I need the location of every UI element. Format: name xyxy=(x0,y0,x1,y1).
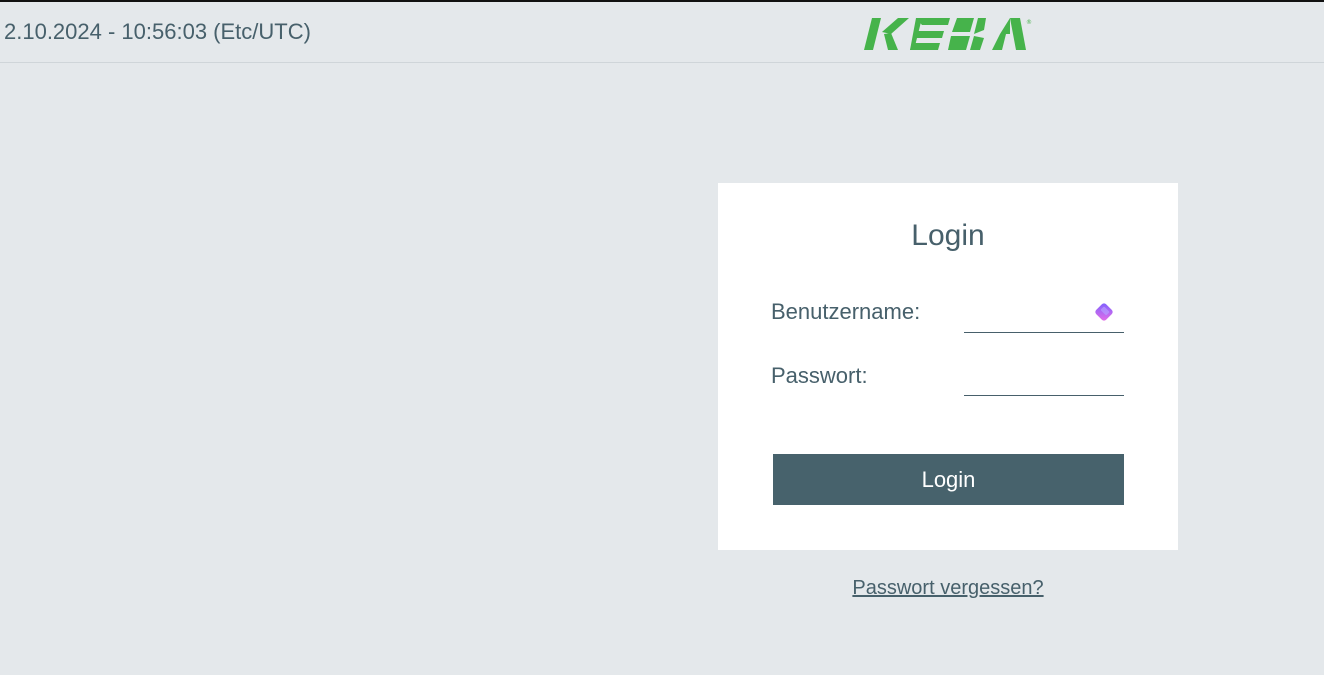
datetime-display: 2.10.2024 - 10:56:03 (Etc/UTC) xyxy=(4,19,311,44)
username-label: Benutzername: xyxy=(771,299,921,324)
login-card: Login Benutzername: Passwort: Login xyxy=(718,183,1178,550)
svg-text:®: ® xyxy=(1026,19,1032,26)
login-title: Login xyxy=(911,219,985,252)
forgot-password-link[interactable]: Passwort vergessen? xyxy=(718,577,1178,600)
password-input[interactable] xyxy=(964,367,1124,396)
login-button[interactable]: Login xyxy=(773,454,1124,505)
keba-logo: ® xyxy=(864,18,1032,50)
password-label: Passwort: xyxy=(771,363,868,388)
password-manager-icon[interactable] xyxy=(1093,301,1115,323)
header-bar: 2.10.2024 - 10:56:03 (Etc/UTC) ® xyxy=(0,2,1324,63)
